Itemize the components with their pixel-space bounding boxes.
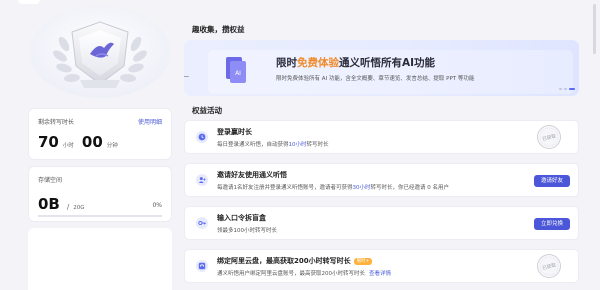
usage-details-link[interactable]: 使用明细: [138, 117, 162, 126]
activity-title: 邀请好友使用通义听悟: [217, 171, 287, 179]
remaining-duration-label: 剩余转写时长: [38, 119, 75, 126]
ai-icon-text: AI: [235, 70, 241, 77]
banner-title: 限时免费体验通义听悟所有AI功能: [276, 55, 435, 70]
activity-title: 登录赢时长: [217, 128, 252, 136]
claimed-stamp-icon: 已获取: [537, 125, 561, 149]
member-badge-graphic: [30, 6, 170, 98]
desc-text: 领最多100小时转写时长: [217, 228, 277, 234]
desc-highlight: 30小时: [352, 185, 371, 191]
redeem-now-button[interactable]: 立即兑换: [533, 218, 570, 230]
banner-dot[interactable]: [569, 88, 575, 90]
activity-desc: 领最多100小时转写时长: [217, 226, 277, 234]
sidebar: 剩余转写时长 使用明细 70 小时 00 分钟 存储空间 0B / 20G 0%: [18, 0, 182, 290]
banner-dot[interactable]: [564, 88, 567, 90]
activity-bind-aliyun-drive: 绑定阿里云盘，最高获取200小时转写时长 限时+ 通义听悟用户绑定阿里云盘账号，最…: [184, 249, 579, 283]
collect-section-title: 趣收集，攒权益: [192, 25, 245, 34]
storage-used: 0B: [38, 195, 60, 213]
activity-title-text: 绑定阿里云盘，最高获取200小时转写时长: [217, 257, 351, 265]
hours-value: 70: [38, 133, 59, 151]
main-content: 趣收集，攒权益 限一 AI 限时免费体验通义听悟所有AI功能 限时免费体验所有 …: [182, 0, 588, 290]
minutes-value: 00: [81, 133, 103, 151]
hours-unit: 小时: [62, 143, 74, 149]
user-add-icon: [196, 174, 208, 186]
remaining-duration-card: 剩余转写时长 使用明细 70 小时 00 分钟: [28, 108, 172, 160]
desc-text: 每日登录通义听悟，自动获得: [217, 142, 289, 148]
limited-time-badge: 限时+: [353, 258, 373, 265]
desc-highlight: 10小时: [288, 142, 307, 148]
banner-dot[interactable]: [559, 88, 562, 90]
activity-desc: 每邀请1名好友注册并登录通义听悟账号，邀请者可获得30小时转写时长，你已经邀请 …: [217, 183, 449, 191]
storage-card: 存储空间 0B / 20G 0%: [28, 166, 172, 222]
ai-document-icon: AI: [226, 57, 246, 83]
desc-text: 通义听悟用户绑定阿里云盘账号，最高获取200小时转写时长: [217, 271, 365, 277]
view-details-link[interactable]: 查看详情: [369, 271, 391, 277]
storage-value: 0B / 20G: [38, 195, 85, 213]
invite-friends-button[interactable]: 邀请好友: [533, 175, 570, 187]
scrollbar-thumb[interactable]: [593, 4, 596, 54]
banner-prev-slide-peek: 限一: [184, 74, 190, 81]
activity-login-reward: 登录赢时长 每日登录通义听悟，自动获得10小时转写时长 已获取: [184, 120, 579, 154]
storage-percent: 0%: [152, 202, 162, 209]
activity-title: 绑定阿里云盘，最高获取200小时转写时长 限时+: [217, 256, 373, 266]
activity-title: 输入口令拆盲盒: [217, 214, 266, 222]
activity-desc: 每日登录通义听悟，自动获得10小时转写时长: [217, 140, 329, 148]
promo-banner[interactable]: 限一 AI 限时免费体验通义听悟所有AI功能 限时免费体验所有 AI 功能，含全…: [184, 40, 579, 96]
minutes-unit: 分钟: [106, 143, 118, 149]
banner-title-prefix: 限时: [276, 57, 297, 69]
activity-redeem-code: 输入口令拆盲盒 领最多100小时转写时长 立即兑换: [184, 206, 579, 240]
activities-section-title: 权益活动: [192, 106, 222, 115]
key-icon: [196, 217, 208, 229]
banner-title-highlight: 免费体验: [297, 57, 339, 69]
banner-slide[interactable]: AI 限时免费体验通义听悟所有AI功能 限时免费体验所有 AI 功能，含全文概要…: [208, 50, 573, 94]
banner-subtitle: 限时免费体验所有 AI 功能，含全文概要、章节速览、发言总结、提取 PPT 等功…: [276, 76, 475, 82]
desc-text: 每邀请1名好友注册并登录通义听悟账号，邀请者可获得: [217, 185, 353, 191]
duration-value: 70 小时 00 分钟: [38, 133, 126, 151]
desc-text-end: 转写时长: [306, 142, 329, 148]
claimed-stamp-icon: 已获取: [537, 254, 561, 278]
storage-separator: /: [66, 203, 70, 211]
sidebar-lower-panel: [28, 228, 172, 290]
cloud-drive-icon: [196, 260, 208, 272]
activity-invite-friends: 邀请好友使用通义听悟 每邀请1名好友注册并登录通义听悟账号，邀请者可获得30小时…: [184, 163, 579, 197]
activity-desc: 通义听悟用户绑定阿里云盘账号，最高获取200小时转写时长 查看详情: [217, 269, 391, 277]
clock-icon: [196, 131, 208, 143]
member-badge: [24, 4, 176, 100]
banner-pagination[interactable]: [559, 88, 575, 90]
storage-label: 存储空间: [38, 177, 63, 184]
storage-progress-bar: [38, 215, 162, 217]
banner-title-suffix: 通义听悟所有AI功能: [339, 57, 436, 69]
storage-capacity: 20G: [73, 205, 85, 211]
desc-text-end: 转写时长，你已经邀请 0 名用户: [370, 185, 450, 191]
